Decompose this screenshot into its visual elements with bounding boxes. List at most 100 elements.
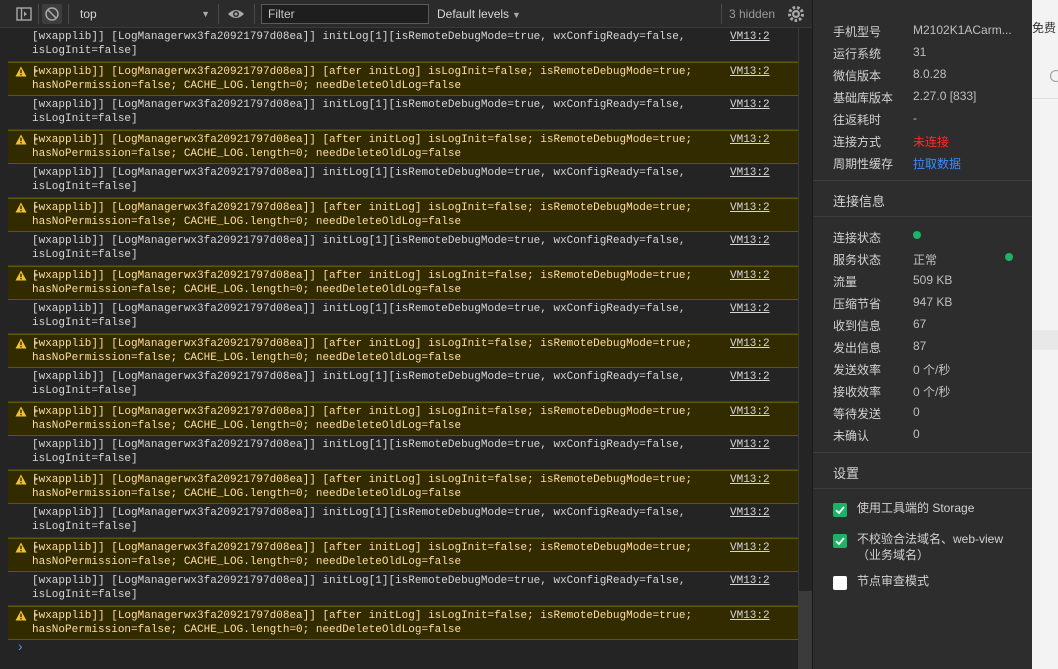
skip-domain-check-checkbox[interactable] <box>833 534 847 548</box>
log-source-link[interactable]: VM13:2 <box>730 506 770 520</box>
toggle-sidebar-icon[interactable] <box>14 4 34 24</box>
log-source-link[interactable]: VM13:2 <box>730 201 770 215</box>
log-source-link[interactable]: VM13:2 <box>730 302 770 316</box>
warning-icon <box>15 542 27 553</box>
base-lib-value: 2.27.0 [833] <box>913 89 977 103</box>
log-row-warning: ▶ [wxapplib]] [LogManagerwx3fa20921797d0… <box>8 470 798 504</box>
connection-state-dot <box>913 231 921 239</box>
log-message: [wxapplib]] [LogManagerwx3fa20921797d08e… <box>32 235 686 261</box>
background-block <box>1032 330 1058 350</box>
log-row-info: [wxapplib]] [LogManagerwx3fa20921797d08e… <box>8 436 798 470</box>
sent-messages-label: 发出信息 <box>833 341 882 355</box>
model-label: 手机型号 <box>833 25 882 39</box>
log-message: [wxapplib]] [LogManagerwx3fa20921797d08e… <box>32 406 693 432</box>
radio-circle-icon <box>1050 70 1058 82</box>
log-source-link[interactable]: VM13:2 <box>730 438 770 452</box>
log-source-link[interactable]: VM13:2 <box>730 473 770 487</box>
log-row-info: [wxapplib]] [LogManagerwx3fa20921797d08e… <box>8 164 798 198</box>
settings-heading: 设置 <box>833 466 860 481</box>
log-message: [wxapplib]] [LogManagerwx3fa20921797d08e… <box>32 202 693 228</box>
log-source-link[interactable]: VM13:2 <box>730 609 770 623</box>
log-row-warning: ▶ [wxapplib]] [LogManagerwx3fa20921797d0… <box>8 266 798 300</box>
clear-console-icon[interactable] <box>42 4 62 24</box>
log-source-link[interactable]: VM13:2 <box>730 405 770 419</box>
background-divider <box>1032 98 1058 99</box>
warning-icon <box>15 202 27 213</box>
node-inspect-label: 节点审查模式 <box>857 574 930 588</box>
wechat-version-label: 微信版本 <box>833 69 882 83</box>
hidden-messages-count: 3 hidden <box>729 7 776 21</box>
base-lib-label: 基础库版本 <box>833 91 894 105</box>
log-row-warning: ▶ [wxapplib]] [LogManagerwx3fa20921797d0… <box>8 334 798 368</box>
filter-input[interactable] <box>261 4 429 24</box>
log-message: [wxapplib]] [LogManagerwx3fa20921797d08e… <box>32 31 686 57</box>
log-source-link[interactable]: VM13:2 <box>730 337 770 351</box>
log-source-link[interactable]: VM13:2 <box>730 574 770 588</box>
log-row-info: [wxapplib]] [LogManagerwx3fa20921797d08e… <box>8 504 798 538</box>
chevron-down-icon: ▼ <box>201 9 210 19</box>
unconfirmed-value: 0 <box>913 427 920 441</box>
received-messages-label: 收到信息 <box>833 319 882 333</box>
unconfirmed-label: 未确认 <box>833 429 870 443</box>
console-output: [wxapplib]] [LogManagerwx3fa20921797d08e… <box>0 28 812 669</box>
log-message: [wxapplib]] [LogManagerwx3fa20921797d08e… <box>32 542 693 568</box>
log-row-warning: ▶ [wxapplib]] [LogManagerwx3fa20921797d0… <box>8 538 798 572</box>
service-state-label: 服务状态 <box>833 253 882 267</box>
log-source-link[interactable]: VM13:2 <box>730 98 770 112</box>
warning-icon <box>15 610 27 621</box>
context-select-value: top <box>80 7 97 21</box>
service-state-value: 正常 <box>913 253 938 267</box>
log-source-link[interactable]: VM13:2 <box>730 541 770 555</box>
send-rate-label: 发送效率 <box>833 363 882 377</box>
log-message: [wxapplib]] [LogManagerwx3fa20921797d08e… <box>32 610 693 636</box>
log-row-warning: ▶ [wxapplib]] [LogManagerwx3fa20921797d0… <box>8 198 798 232</box>
log-message: [wxapplib]] [LogManagerwx3fa20921797d08e… <box>32 338 693 364</box>
received-messages-value: 67 <box>913 317 927 331</box>
pending-send-value: 0 <box>913 405 920 419</box>
log-source-link[interactable]: VM13:2 <box>730 30 770 44</box>
toolbar-divider <box>721 4 722 24</box>
console-toolbar: top ▼ Default levels▼ 3 hidden <box>0 0 812 28</box>
log-row-info: [wxapplib]] [LogManagerwx3fa20921797d08e… <box>8 300 798 334</box>
log-row-warning: ▶ [wxapplib]] [LogManagerwx3fa20921797d0… <box>8 606 798 640</box>
use-tool-storage-label: 使用工具端的 Storage <box>857 501 975 515</box>
log-source-link[interactable]: VM13:2 <box>730 370 770 384</box>
log-levels-dropdown[interactable]: Default levels ▼ <box>437 4 521 24</box>
eye-icon[interactable] <box>226 4 246 24</box>
section-divider <box>813 452 1033 453</box>
warning-icon <box>15 66 27 77</box>
log-message: [wxapplib]] [LogManagerwx3fa20921797d08e… <box>32 66 693 92</box>
log-row-info: [wxapplib]] [LogManagerwx3fa20921797d08e… <box>8 368 798 402</box>
connection-mode-value: 未连接 <box>913 135 950 149</box>
skip-domain-check-label: 不校验合法域名、web-view（业务域名） <box>857 532 1004 562</box>
log-message: [wxapplib]] [LogManagerwx3fa20921797d08e… <box>32 371 686 397</box>
compression-saved-value: 947 KB <box>913 295 953 309</box>
log-message: [wxapplib]] [LogManagerwx3fa20921797d08e… <box>32 167 686 193</box>
node-inspect-checkbox[interactable] <box>833 576 847 590</box>
warning-icon <box>15 270 27 281</box>
send-rate-value: 0 个/秒 <box>913 363 951 377</box>
receive-rate-label: 接收效率 <box>833 385 882 399</box>
console-scrollbar[interactable] <box>799 591 812 669</box>
connection-state-label: 连接状态 <box>833 231 882 245</box>
rtt-label: 往返耗时 <box>833 113 882 127</box>
toolbar-divider <box>68 4 69 24</box>
receive-rate-value: 0 个/秒 <box>913 385 951 399</box>
log-source-link[interactable]: VM13:2 <box>730 166 770 180</box>
log-row-info: [wxapplib]] [LogManagerwx3fa20921797d08e… <box>8 572 798 606</box>
fetch-data-link[interactable]: 拉取数据 <box>913 155 961 172</box>
console-prompt[interactable]: › <box>16 640 24 656</box>
section-divider <box>813 180 1033 181</box>
use-tool-storage-checkbox[interactable] <box>833 503 847 517</box>
service-state-dot <box>1005 253 1013 261</box>
log-source-link[interactable]: VM13:2 <box>730 133 770 147</box>
toolbar-divider <box>218 4 219 24</box>
context-select[interactable]: top ▼ <box>72 4 214 24</box>
gear-icon[interactable] <box>786 4 806 24</box>
log-source-link[interactable]: VM13:2 <box>730 234 770 248</box>
chevron-down-icon: ▼ <box>512 10 521 20</box>
log-source-link[interactable]: VM13:2 <box>730 269 770 283</box>
log-message: [wxapplib]] [LogManagerwx3fa20921797d08e… <box>32 99 686 125</box>
warning-icon <box>15 134 27 145</box>
log-source-link[interactable]: VM13:2 <box>730 65 770 79</box>
